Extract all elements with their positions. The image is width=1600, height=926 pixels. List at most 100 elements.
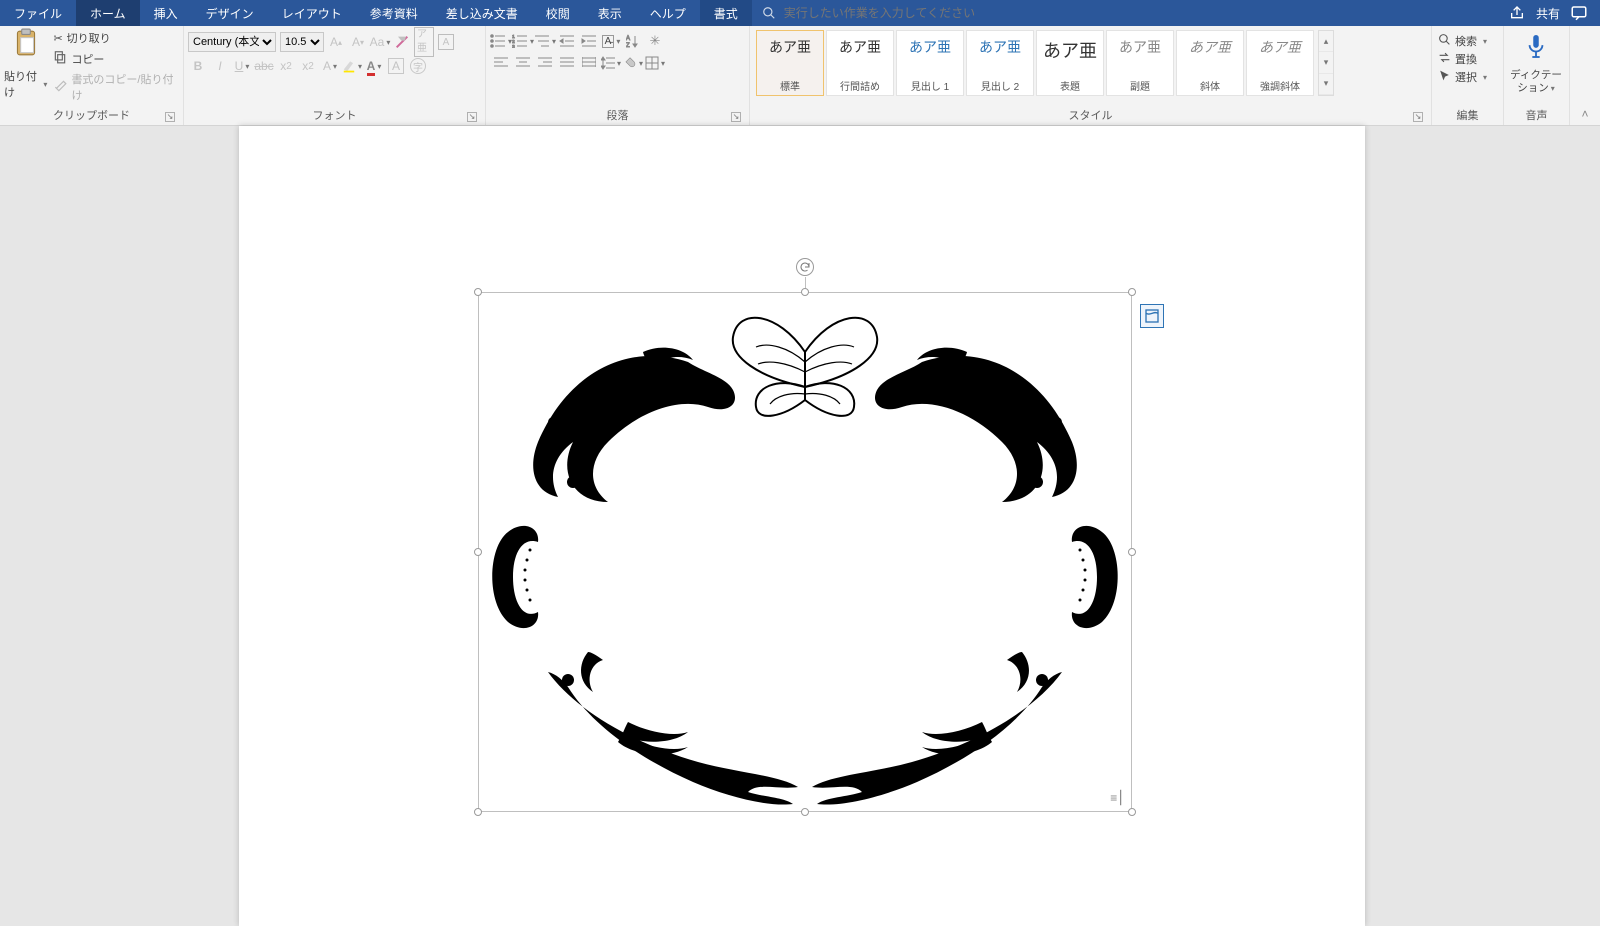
borders-button[interactable]: ▾ — [644, 54, 666, 72]
replace-icon — [1438, 51, 1451, 67]
tab-home[interactable]: ホーム — [76, 0, 140, 26]
paragraph-launcher[interactable]: ↘ — [731, 112, 741, 122]
increase-indent-button[interactable] — [578, 32, 600, 50]
rotate-handle[interactable] — [796, 258, 814, 276]
tab-insert[interactable]: 挿入 — [140, 0, 192, 26]
style-title[interactable]: あア亜表題 — [1036, 30, 1104, 96]
show-marks-button[interactable]: ✳ — [644, 32, 666, 50]
ribbon-tab-bar: ファイル ホーム 挿入 デザイン レイアウト 参考資料 差し込み文書 校閲 表示… — [0, 0, 1600, 26]
distributed-button[interactable] — [578, 54, 600, 72]
line-spacing-button[interactable]: ▾ — [600, 54, 622, 72]
align-left-button[interactable] — [490, 54, 512, 72]
styles-launcher[interactable]: ↘ — [1413, 112, 1423, 122]
document-area: ≡⎮ — [0, 126, 1600, 800]
tab-layout[interactable]: レイアウト — [268, 0, 356, 26]
selected-image[interactable]: ≡⎮ — [478, 292, 1132, 812]
character-shading-button[interactable]: A — [386, 56, 406, 76]
gallery-down-button[interactable]: ▾ — [1319, 52, 1333, 73]
align-justify-button[interactable] — [556, 54, 578, 72]
multilevel-list-button[interactable]: ▾ — [534, 32, 556, 50]
group-label-styles: スタイル — [1069, 110, 1113, 122]
cursor-icon — [1438, 69, 1451, 85]
change-case-button[interactable]: Aa▾ — [370, 32, 390, 52]
tab-help[interactable]: ヘルプ — [636, 0, 700, 26]
clipboard-launcher[interactable]: ↘ — [165, 112, 175, 122]
find-button[interactable]: 検索▾ — [1436, 32, 1489, 50]
layout-options-button[interactable] — [1140, 304, 1164, 328]
align-center-button[interactable] — [512, 54, 534, 72]
paste-button[interactable]: 貼り付け▾ — [4, 28, 47, 100]
select-button[interactable]: 選択▾ — [1436, 68, 1489, 86]
italic-button[interactable]: I — [210, 56, 230, 76]
shrink-font-button[interactable]: A▾ — [348, 32, 368, 52]
collapse-ribbon-button[interactable]: ˄ — [1581, 107, 1588, 121]
clear-formatting-button[interactable] — [392, 32, 412, 52]
numbering-button[interactable]: 123▾ — [512, 32, 534, 50]
group-paragraph: ▾ 123▾ ▾ A̵▾ AZ ✳ ▾ ▾ ▾ 段落↘ — [486, 26, 750, 125]
share-button[interactable]: 共有 — [1536, 5, 1560, 22]
styles-gallery-scroll: ▴ ▾ ▾ — [1318, 30, 1334, 96]
asian-layout-button[interactable]: A̵▾ — [600, 32, 622, 50]
style-emphasis[interactable]: あア亜斜体 — [1176, 30, 1244, 96]
copy-button[interactable]: コピー — [51, 48, 179, 69]
font-launcher[interactable]: ↘ — [467, 112, 477, 122]
tab-picture-format[interactable]: 書式 — [700, 0, 752, 26]
style-intense-emphasis[interactable]: あア亜強調斜体 — [1246, 30, 1314, 96]
microphone-icon — [1525, 33, 1547, 65]
tab-file[interactable]: ファイル — [0, 0, 76, 26]
tab-design[interactable]: デザイン — [192, 0, 268, 26]
tell-me-input[interactable] — [784, 6, 1024, 20]
group-label-font: フォント — [313, 110, 357, 122]
scissors-icon: ✂ — [53, 32, 62, 45]
collapse-ribbon: ˄ — [1570, 26, 1600, 125]
font-color-button[interactable]: A▾ — [364, 56, 384, 76]
style-subtitle[interactable]: あア亜副題 — [1106, 30, 1174, 96]
superscript-button[interactable]: x2 — [298, 56, 318, 76]
style-heading-1[interactable]: あア亜見出し 1 — [896, 30, 964, 96]
gallery-more-button[interactable]: ▾ — [1319, 74, 1333, 95]
decrease-indent-button[interactable] — [556, 32, 578, 50]
dictate-button[interactable]: ディクテーション▾ — [1508, 28, 1564, 100]
enclose-characters-button[interactable]: A — [436, 32, 456, 52]
ribbon: 貼り付け▾ ✂ 切り取り コピー 書式のコピー/貼り付け — [0, 26, 1600, 126]
text-effects-button[interactable]: A▾ — [320, 56, 340, 76]
copy-label: コピー — [71, 51, 104, 67]
enclose-circle-button[interactable]: 字 — [408, 56, 428, 76]
share-icon[interactable] — [1508, 5, 1526, 21]
bold-button[interactable]: B — [188, 56, 208, 76]
bullets-button[interactable]: ▾ — [490, 32, 512, 50]
grow-font-button[interactable]: A▴ — [326, 32, 346, 52]
align-right-button[interactable] — [534, 54, 556, 72]
decorative-frame-image — [478, 292, 1132, 812]
format-painter-button[interactable]: 書式のコピー/貼り付け — [51, 69, 179, 105]
group-styles: あア亜標準 あア亜行間詰め あア亜見出し 1 あア亜見出し 2 あア亜表題 あア… — [750, 26, 1432, 125]
tab-mailings[interactable]: 差し込み文書 — [432, 0, 532, 26]
tab-references[interactable]: 参考資料 — [356, 0, 432, 26]
group-voice: ディクテーション▾ 音声 — [1504, 26, 1570, 125]
sort-button[interactable]: AZ — [622, 32, 644, 50]
cut-button[interactable]: ✂ 切り取り — [51, 28, 179, 48]
tell-me-search[interactable] — [760, 0, 1024, 26]
strikethrough-button[interactable]: abc — [254, 56, 274, 76]
gallery-up-button[interactable]: ▴ — [1319, 31, 1333, 52]
underline-button[interactable]: U▾ — [232, 56, 252, 76]
tab-review[interactable]: 校閲 — [532, 0, 584, 26]
font-name-select[interactable]: Century (本文 — [188, 32, 276, 52]
comments-icon[interactable] — [1570, 4, 1588, 22]
subscript-button[interactable]: x2 — [276, 56, 296, 76]
replace-button[interactable]: 置換 — [1436, 50, 1479, 68]
phonetic-guide-button[interactable]: ア亜 — [414, 32, 434, 52]
group-font: Century (本文 10.5 A▴ A▾ Aa▾ ア亜 A B I U▾ a… — [184, 26, 486, 125]
font-size-select[interactable]: 10.5 — [280, 32, 324, 52]
highlight-button[interactable]: ▾ — [342, 56, 362, 76]
paintbrush-icon — [53, 79, 67, 96]
shading-button[interactable]: ▾ — [622, 54, 644, 72]
cut-label: 切り取り — [67, 30, 111, 46]
paste-label: 貼り付け — [4, 68, 39, 100]
find-label: 検索 — [1455, 33, 1477, 49]
tab-view[interactable]: 表示 — [584, 0, 636, 26]
group-label-clipboard: クリップボード — [53, 110, 130, 122]
style-no-spacing[interactable]: あア亜行間詰め — [826, 30, 894, 96]
style-heading-2[interactable]: あア亜見出し 2 — [966, 30, 1034, 96]
style-normal[interactable]: あア亜標準 — [756, 30, 824, 96]
